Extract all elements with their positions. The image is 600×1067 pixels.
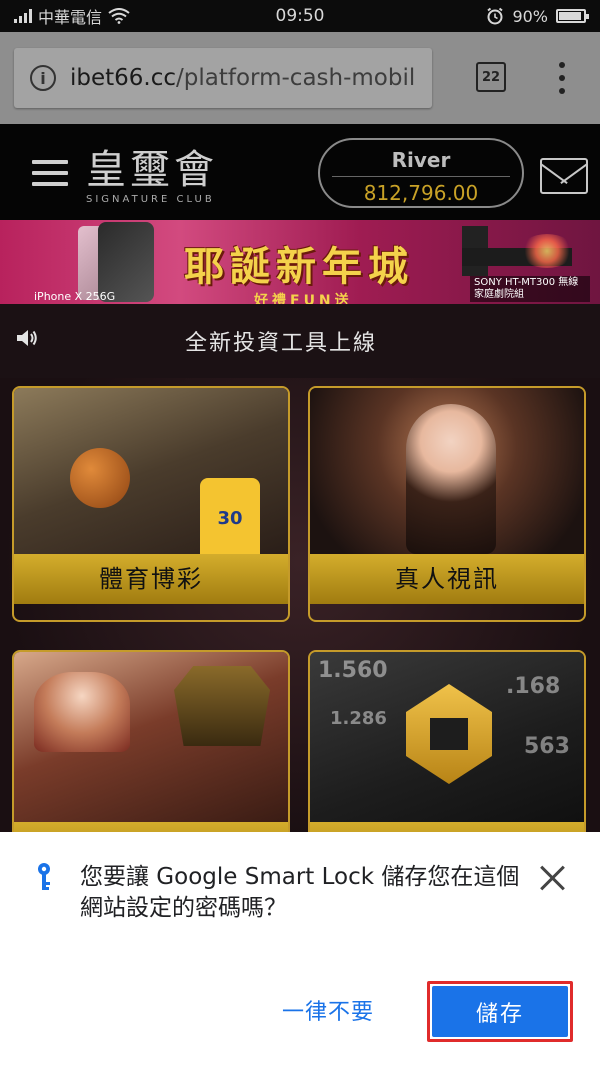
player-jersey-image: 30 (200, 478, 260, 554)
game-card-funds-options[interactable]: 1.560 1.286 .168 563 基金期權 (308, 650, 586, 850)
slots-image (14, 652, 288, 822)
game-card-live-casino[interactable]: 真人視訊 (308, 386, 586, 622)
banner-subtitle: 好禮FUN送 (254, 293, 353, 304)
ticker-text: 1.560 (318, 658, 388, 683)
browser-toolbar: i ibet66.cc/platform-cash-mobil 22 (0, 32, 600, 124)
firework-image (520, 234, 574, 268)
alarm-icon (487, 7, 504, 25)
sports-image: 30 (14, 388, 288, 554)
heroine-image (34, 672, 130, 752)
balance-amount: 812,796.00 (363, 181, 479, 205)
samurai-image (174, 666, 270, 746)
game-card-slots[interactable]: 電子遊戲 (12, 650, 290, 850)
game-label: 真人視訊 (310, 554, 584, 604)
account-balance-pill[interactable]: River 812,796.00 (318, 138, 524, 208)
url-bar[interactable]: i ibet66.cc/platform-cash-mobil (14, 48, 432, 108)
basketball-image (70, 448, 130, 508)
tabs-icon[interactable]: 22 (476, 62, 506, 92)
mail-icon[interactable] (540, 158, 588, 194)
url-path: /platform-cash-mobil (176, 65, 416, 91)
promo-banner[interactable]: iPhone X 256G 耶誕新年城 好禮FUN送 SONY HT-MT300… (0, 220, 600, 304)
close-icon[interactable] (538, 864, 568, 894)
banner-right-caption: SONY HT-MT300 無線家庭劇院組 (470, 276, 590, 302)
info-icon[interactable]: i (30, 65, 56, 91)
url-domain: ibet66.cc (70, 65, 177, 91)
never-button[interactable]: 一律不要 (282, 994, 374, 1026)
clock: 09:50 (275, 6, 325, 26)
key-icon (38, 863, 50, 890)
smart-lock-message: 您要讓 Google Smart Lock 儲存您在這個網站設定的密碼嗎？ (80, 864, 520, 921)
game-card-sports[interactable]: 30 體育博彩 (12, 386, 290, 622)
battery-percent: 90% (512, 6, 548, 26)
save-button[interactable]: 儲存 (432, 986, 568, 1037)
hamburger-icon[interactable] (32, 160, 68, 186)
game-label: 體育博彩 (14, 554, 288, 604)
announcement-text: 全新投資工具上線 (184, 331, 377, 356)
ticker-text: 563 (524, 734, 570, 759)
dealer-image (406, 404, 496, 554)
site-header: 皇璽會 SIGNATURE CLUB River 812,796.00 (0, 124, 600, 220)
status-bar: 中華電信 09:50 90% (0, 0, 600, 32)
carrier-label: 中華電信 (38, 8, 103, 27)
wifi-icon (108, 8, 130, 24)
banner-left-caption: iPhone X 256G (34, 290, 116, 303)
ticker-text: .168 (506, 674, 561, 699)
site-logo[interactable]: 皇璽會 SIGNATURE CLUB (86, 148, 218, 205)
username: River (391, 148, 451, 172)
signal-icon (14, 9, 32, 23)
ticker-text: 1.286 (330, 708, 387, 729)
smart-lock-sheet: 您要讓 Google Smart Lock 儲存您在這個網站設定的密碼嗎？ 一律… (0, 832, 600, 1067)
funds-image: 1.560 1.286 .168 563 (310, 652, 584, 822)
menu-icon[interactable] (555, 62, 569, 94)
gold-logo-image (406, 684, 492, 784)
battery-icon (556, 9, 589, 23)
banner-title: 耶誕新年城 (184, 243, 414, 290)
live-dealer-image (310, 388, 584, 554)
